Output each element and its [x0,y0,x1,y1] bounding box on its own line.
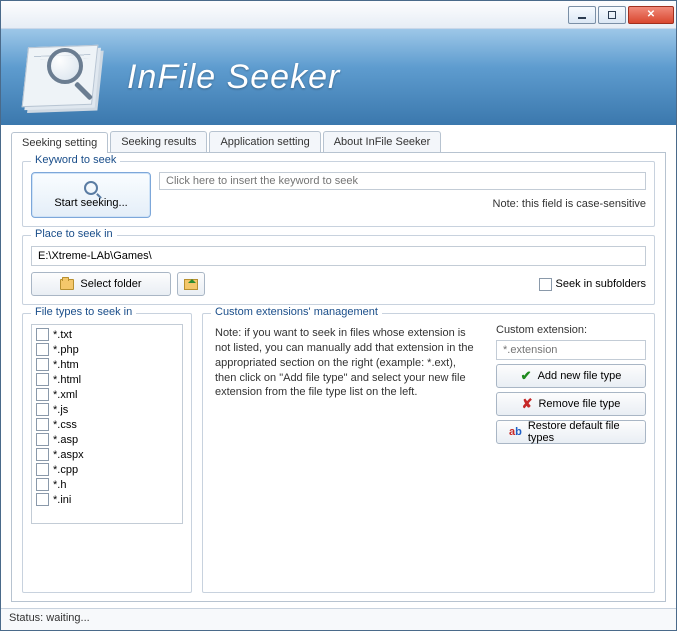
start-seeking-label: Start seeking... [54,197,127,209]
group-keyword: Keyword to seek Start seeking... Note: t… [22,161,655,227]
group-custom-extensions: Custom extensions' management Note: if y… [202,313,655,593]
checkbox-icon [36,478,49,491]
close-button[interactable]: ✕ [628,6,674,24]
checkbox-icon [36,373,49,386]
subfolders-label: Seek in subfolders [556,278,647,290]
filetype-label: *.php [53,344,79,356]
custom-extensions-note: Note: if you want to seek in files whose… [211,324,480,444]
filetype-label: *.ini [53,494,71,506]
custom-extension-input[interactable] [496,340,646,360]
app-banner: InFile Seeker [1,29,676,125]
search-icon [84,181,98,195]
filetype-item[interactable]: *.h [36,477,178,492]
filetype-label: *.css [53,419,77,431]
filetype-item[interactable]: *.asp [36,432,178,447]
select-folder-button[interactable]: Select folder [31,272,171,296]
tab-panel-seeking-setting: Keyword to seek Start seeking... Note: t… [11,152,666,602]
restore-filetypes-label: Restore default file types [528,420,633,444]
checkbox-icon [36,418,49,431]
checkbox-icon [36,328,49,341]
subfolders-checkbox[interactable]: Seek in subfolders [539,278,647,291]
filetype-item[interactable]: *.aspx [36,447,178,462]
maximize-button[interactable] [598,6,626,24]
filetype-item[interactable]: *.html [36,372,178,387]
filetype-item[interactable]: *.txt [36,327,178,342]
filetype-label: *.htm [53,359,79,371]
check-icon: ✔ [521,368,532,384]
filetype-item[interactable]: *.ini [36,492,178,507]
titlebar: ✕ [1,1,676,29]
filetype-item[interactable]: *.xml [36,387,178,402]
filetype-label: *.js [53,404,68,416]
tabstrip: Seeking setting Seeking results Applicat… [1,125,676,152]
ab-icon: ab [509,426,522,438]
app-logo-icon [19,42,109,112]
filetype-label: *.html [53,374,81,386]
folder-up-icon [184,279,198,290]
filetype-item[interactable]: *.css [36,417,178,432]
group-place: Place to seek in Select folder Seek in s… [22,235,655,305]
group-title-keyword: Keyword to seek [31,154,120,166]
filetypes-list[interactable]: *.txt *.php *.htm *.html *.xml *.js *.css *.asp… [31,324,183,524]
status-bar: Status: waiting... [1,608,676,630]
checkbox-icon [36,433,49,446]
filetype-item[interactable]: *.cpp [36,462,178,477]
group-filetypes: File types to seek in *.txt*.php*.htm*.h… [22,313,192,593]
restore-filetypes-button[interactable]: ab Restore default file types [496,420,646,444]
x-icon: ✘ [522,396,533,412]
select-folder-label: Select folder [80,278,141,290]
filetype-item[interactable]: *.php [36,342,178,357]
open-folder-button[interactable] [177,272,205,296]
filetype-label: *.cpp [53,464,78,476]
filetype-label: *.txt [53,329,72,341]
group-title-filetypes: File types to seek in [31,306,136,318]
checkbox-icon [36,343,49,356]
checkbox-icon [36,403,49,416]
path-input[interactable] [31,246,646,266]
start-seeking-button[interactable]: Start seeking... [31,172,151,218]
folder-open-icon [60,279,74,290]
case-sensitive-note: Note: this field is case-sensitive [159,198,646,210]
keyword-input[interactable] [159,172,646,190]
checkbox-icon [36,463,49,476]
checkbox-icon [36,493,49,506]
status-text: Status: waiting... [9,612,90,624]
app-title: InFile Seeker [127,58,340,97]
tab-about[interactable]: About InFile Seeker [323,131,442,152]
app-window: ✕ InFile Seeker Seeking setting Seeking … [0,0,677,631]
checkbox-icon [36,388,49,401]
checkbox-icon [539,278,552,291]
filetype-label: *.xml [53,389,77,401]
checkbox-icon [36,448,49,461]
filetype-label: *.asp [53,434,78,446]
tab-seeking-results[interactable]: Seeking results [110,131,207,152]
custom-extension-label: Custom extension: [496,324,646,336]
remove-filetype-label: Remove file type [538,398,620,410]
group-title-place: Place to seek in [31,228,117,240]
filetype-item[interactable]: *.js [36,402,178,417]
group-title-custom: Custom extensions' management [211,306,382,318]
tab-application-setting[interactable]: Application setting [209,131,320,152]
minimize-button[interactable] [568,6,596,24]
add-filetype-button[interactable]: ✔ Add new file type [496,364,646,388]
filetype-label: *.aspx [53,449,84,461]
checkbox-icon [36,358,49,371]
add-filetype-label: Add new file type [538,370,622,382]
filetype-item[interactable]: *.htm [36,357,178,372]
remove-filetype-button[interactable]: ✘ Remove file type [496,392,646,416]
tab-seeking-setting[interactable]: Seeking setting [11,132,108,153]
filetype-label: *.h [53,479,66,491]
